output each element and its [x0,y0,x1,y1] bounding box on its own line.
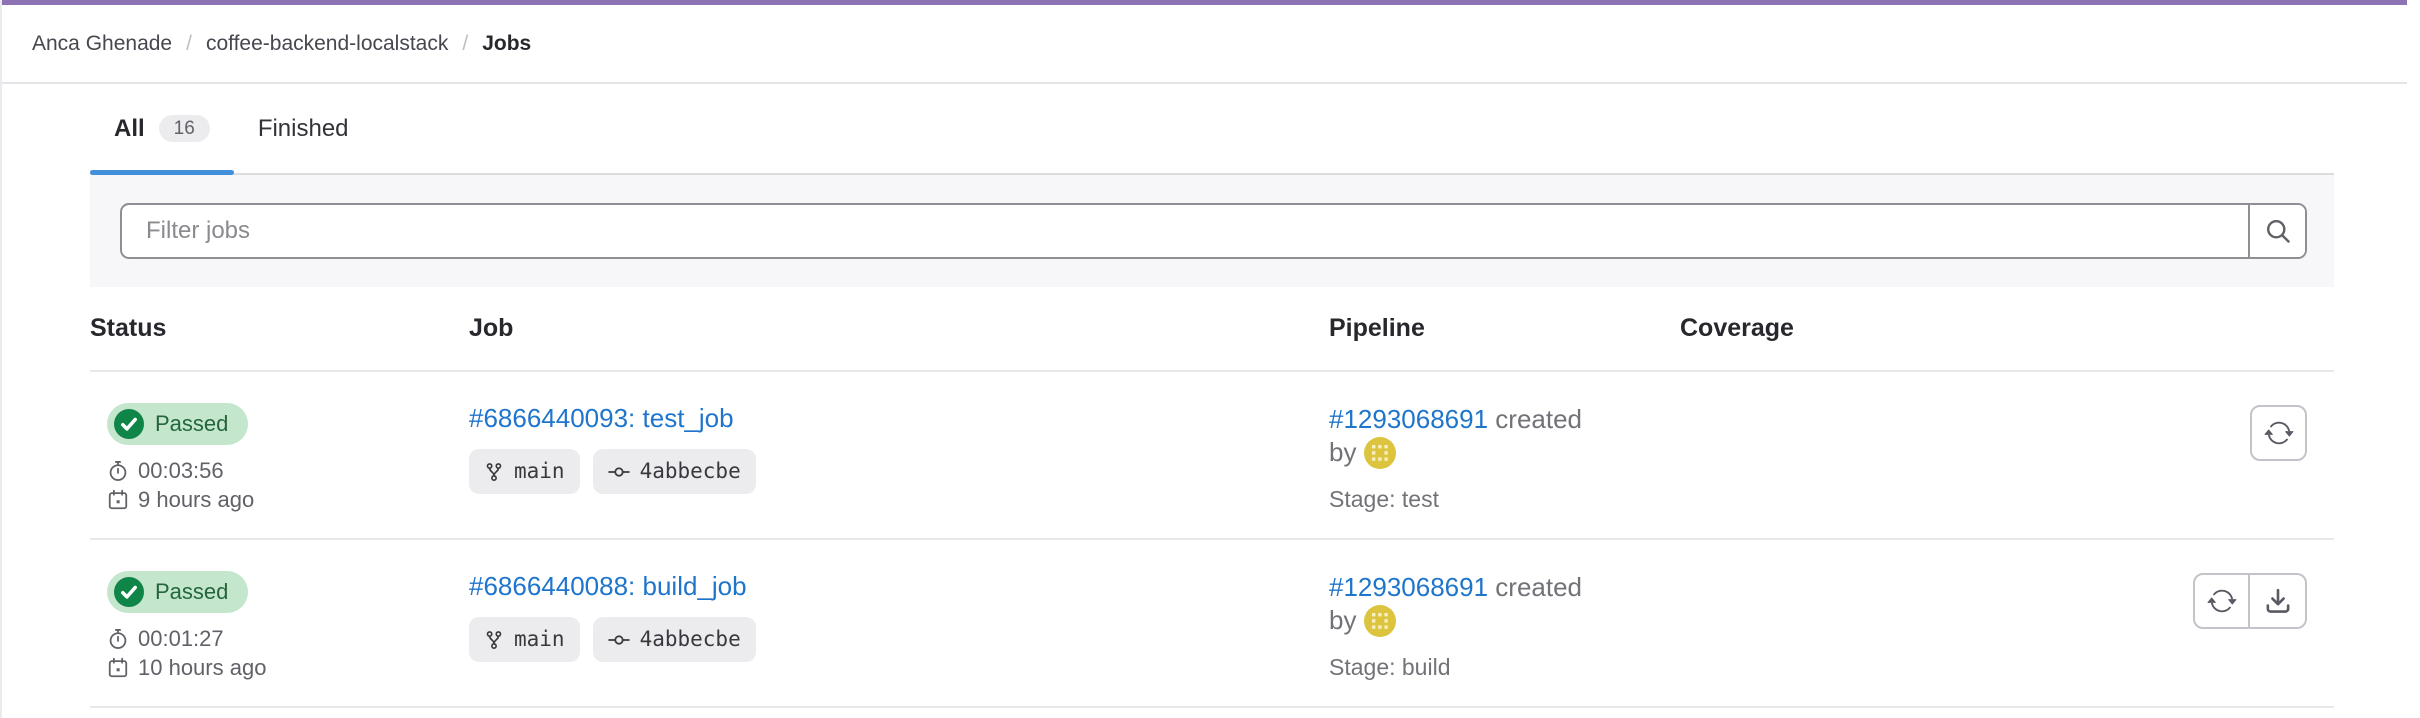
job-link[interactable]: #6866440093: test_job [469,403,734,433]
actions-button-group [2193,573,2307,629]
timer-icon [107,460,129,482]
pipeline-cell: #1293068691 created by [1329,571,1680,681]
filter-bar [90,175,2334,287]
pipeline-created-text: created [1495,572,1582,602]
branch-icon [484,462,504,482]
search-button[interactable] [2248,205,2305,257]
commit-icon [608,629,630,651]
avatar[interactable] [1364,605,1396,637]
table-row: Passed 00:01:27 [90,540,2334,708]
breadcrumb-project-link[interactable]: coffee-backend-localstack [206,32,448,56]
tab-all-label: All [114,115,145,143]
check-circle-icon [114,409,144,439]
job-duration: 00:03:56 [138,456,224,485]
status-cell: Passed 00:03:56 [90,403,469,514]
tab-finished[interactable]: Finished [234,84,373,173]
retry-icon [2207,586,2237,616]
retry-icon [2264,418,2294,448]
download-icon [2264,587,2292,615]
job-meta: 00:03:56 9 hours ago [107,456,469,514]
commit-sha: 4abbecbe [640,458,741,485]
status-cell: Passed 00:01:27 [90,571,469,682]
retry-job-button[interactable] [2193,573,2250,629]
tab-all-count-badge: 16 [159,115,210,142]
table-header-row: Status Job Pipeline Coverage [90,287,2334,372]
job-cell: #6866440088: build_job main [469,571,1329,662]
tab-all[interactable]: All 16 [90,84,234,173]
breadcrumb-group-link[interactable]: Anca Ghenade [32,32,172,56]
col-header-status: Status [90,314,469,343]
col-header-job: Job [469,314,1329,343]
breadcrumb-current-page: Jobs [482,32,531,56]
branch-name: main [514,626,565,653]
actions-cell [2080,403,2334,461]
breadcrumb: Anca Ghenade / coffee-backend-localstack… [2,5,2407,84]
pipeline-by-text: by [1329,605,1356,635]
pipeline-link[interactable]: #1293068691 [1329,572,1488,602]
jobs-table: Status Job Pipeline Coverage [90,287,2334,708]
col-header-pipeline: Pipeline [1329,314,1680,343]
status-badge-label: Passed [155,579,228,605]
pipeline-created-text: created [1495,404,1582,434]
job-duration: 00:01:27 [138,624,224,653]
job-finished-at: 9 hours ago [138,485,254,514]
calendar-icon [107,657,129,679]
breadcrumb-separator: / [462,32,468,56]
check-circle-icon [114,577,144,607]
col-header-coverage: Coverage [1680,314,2080,343]
calendar-icon [107,489,129,511]
filter-search-group [120,203,2307,259]
job-finished-at: 10 hours ago [138,653,266,682]
gitlab-jobs-page: Anca Ghenade / coffee-backend-localstack… [0,0,2420,718]
download-artifacts-button[interactable] [2250,573,2307,629]
commit-tag[interactable]: 4abbecbe [593,617,756,662]
job-link[interactable]: #6866440088: build_job [469,571,747,601]
branch-tag[interactable]: main [469,617,580,662]
pipeline-stage: Stage: test [1329,486,1680,513]
branch-tag[interactable]: main [469,449,580,494]
jobs-content: All 16 Finished Statu [90,84,2334,708]
search-icon [2264,217,2292,245]
tab-finished-label: Finished [258,115,349,143]
branch-icon [484,630,504,650]
pipeline-link[interactable]: #1293068691 [1329,404,1488,434]
commit-sha: 4abbecbe [640,626,741,653]
job-meta: 00:01:27 10 hours ago [107,624,469,682]
filter-jobs-input[interactable] [122,205,2248,257]
status-badge[interactable]: Passed [107,571,248,613]
table-row: Passed 00:03:56 [90,372,2334,540]
pipeline-by-text: by [1329,437,1356,467]
status-badge-label: Passed [155,411,228,437]
job-cell: #6866440093: test_job main [469,403,1329,494]
pipeline-cell: #1293068691 created by [1329,403,1680,513]
jobs-tabs: All 16 Finished [90,84,2334,175]
timer-icon [107,628,129,650]
avatar[interactable] [1364,437,1396,469]
status-badge[interactable]: Passed [107,403,248,445]
actions-cell [2080,571,2334,629]
branch-name: main [514,458,565,485]
commit-tag[interactable]: 4abbecbe [593,449,756,494]
commit-icon [608,461,630,483]
pipeline-stage: Stage: build [1329,654,1680,681]
retry-job-button[interactable] [2250,405,2307,461]
breadcrumb-separator: / [186,32,192,56]
